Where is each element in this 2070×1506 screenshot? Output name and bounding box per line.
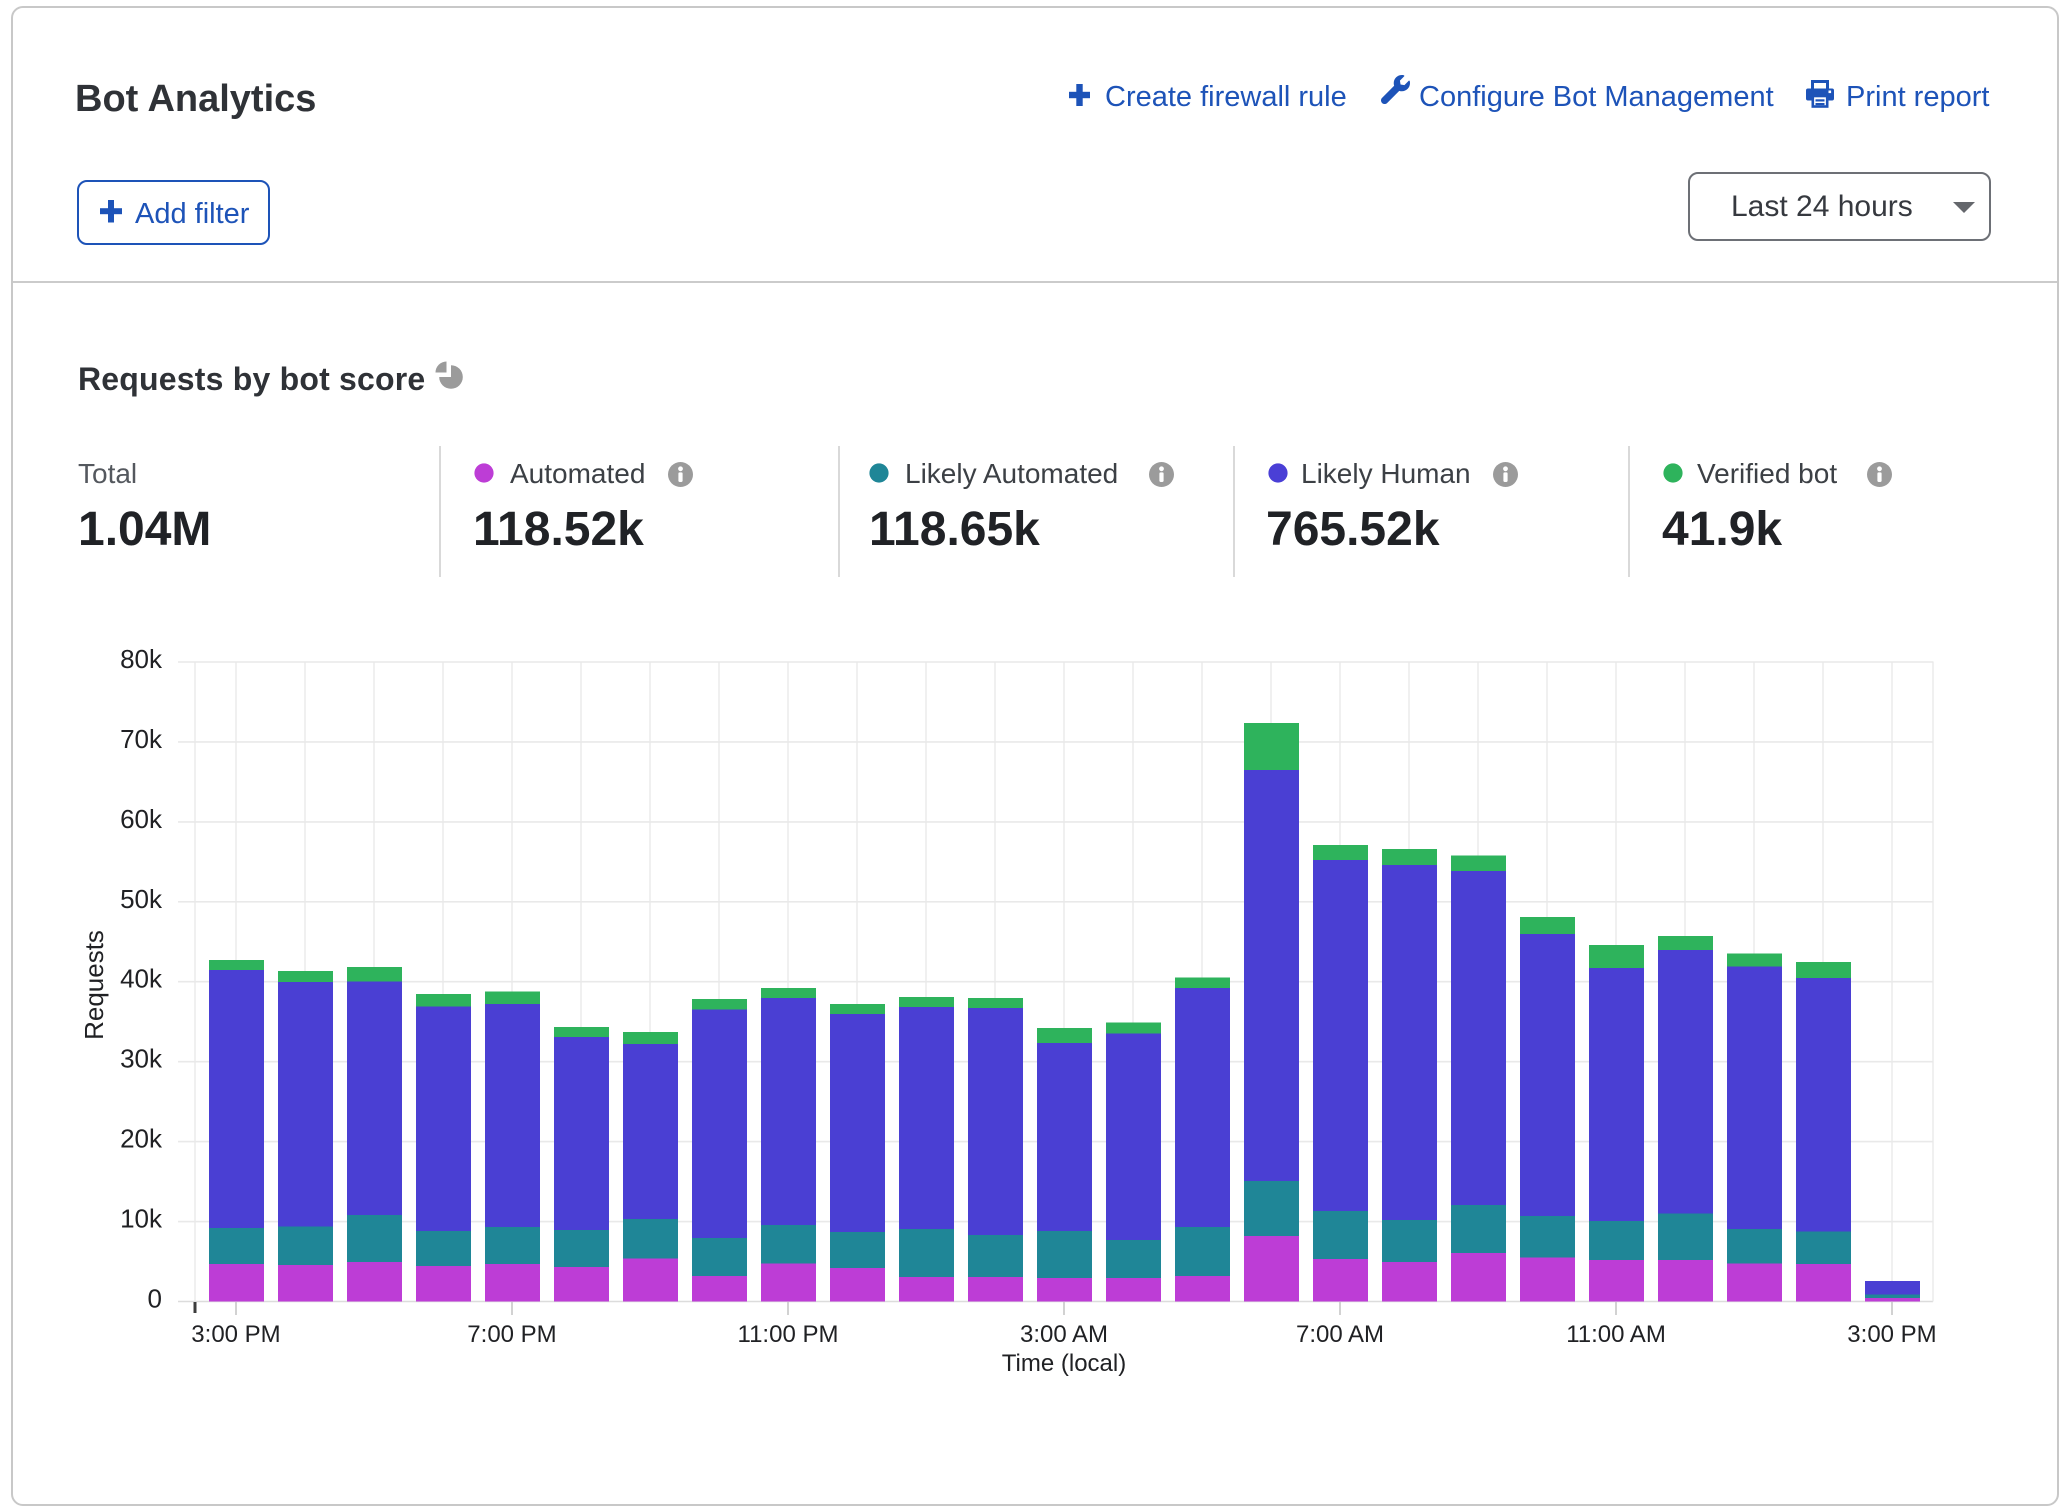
svg-text:7:00 PM: 7:00 PM [467, 1321, 556, 1348]
svg-text:Time (local): Time (local) [1002, 1350, 1126, 1377]
svg-text:60k: 60k [120, 804, 163, 834]
svg-text:Requests: Requests [79, 930, 109, 1040]
svg-text:10k: 10k [120, 1204, 163, 1234]
svg-text:70k: 70k [120, 724, 163, 754]
svg-text:80k: 80k [120, 644, 163, 674]
svg-text:3:00 PM: 3:00 PM [1847, 1321, 1936, 1348]
svg-text:3:00 AM: 3:00 AM [1020, 1321, 1108, 1348]
svg-text:30k: 30k [120, 1044, 163, 1074]
svg-text:11:00 PM: 11:00 PM [738, 1321, 839, 1348]
svg-text:20k: 20k [120, 1124, 163, 1154]
svg-text:11:00 AM: 11:00 AM [1566, 1321, 1666, 1348]
svg-text:7:00 AM: 7:00 AM [1296, 1321, 1384, 1348]
svg-text:40k: 40k [120, 964, 163, 994]
svg-text:3:00 PM: 3:00 PM [191, 1321, 280, 1348]
svg-text:0: 0 [148, 1284, 162, 1314]
svg-text:50k: 50k [120, 884, 163, 914]
